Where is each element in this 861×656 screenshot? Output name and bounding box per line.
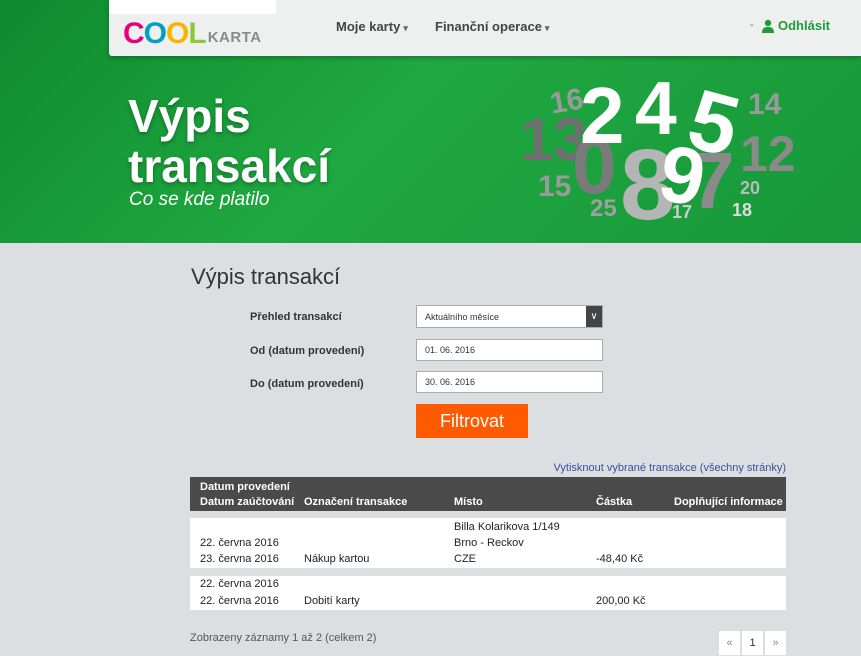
header-amount[interactable]: Částka <box>596 496 632 508</box>
logo-letter: O <box>143 17 167 50</box>
cell-date-posted: 23. června 2016 <box>200 553 279 565</box>
hero-title-line1: Výpis <box>128 90 251 142</box>
cell-place-line1: Billa Kolarikova 1/149 <box>454 521 560 533</box>
caret-down-icon: ▾ <box>403 23 408 33</box>
cell-date-performed: 22. června 2016 <box>200 578 279 590</box>
cell-place-line2: Brno - Reckov <box>454 537 524 549</box>
pager-next-button[interactable]: » <box>764 630 787 656</box>
to-date-label: Do (datum provedení) <box>250 378 364 390</box>
hero-number: 5 <box>678 71 749 176</box>
from-date-input[interactable]: 01. 06. 2016 <box>416 339 603 361</box>
transactions-table-header: Datum provedení Datum zaúčtování Označen… <box>190 477 786 511</box>
filter-button[interactable]: Filtrovat <box>416 404 528 438</box>
from-date-label: Od (datum provedení) <box>250 345 365 357</box>
cell-place-line3: CZE <box>454 553 476 565</box>
pager-prev-button[interactable]: « <box>718 630 741 656</box>
pagination: « 1 » <box>718 630 787 656</box>
cell-date-posted: 22. června 2016 <box>200 595 279 607</box>
caret-down-icon: ▾ <box>544 23 550 33</box>
logo-letter: O <box>166 17 189 50</box>
hero-number: 2 <box>580 71 625 160</box>
hero-numbers-graphic: 16 14 13 12 15 20 25 18 0 8 7 9 17 2 4 5 <box>510 66 810 241</box>
hero-number: 14 <box>748 88 782 121</box>
hero-number: 12 <box>740 126 796 182</box>
page-title: Výpis transakcí <box>191 264 341 289</box>
cell-designation: Nákup kartou <box>304 553 370 565</box>
overview-select-value: Aktuálního měsíce <box>425 312 500 322</box>
logo-letter: C <box>123 17 145 50</box>
records-info: Zobrazeny záznamy 1 až 2 (celkem 2) <box>190 632 377 644</box>
logout-button[interactable]: Odhlásit <box>761 18 830 33</box>
chevron-down-icon: ∨ <box>586 306 602 327</box>
cell-amount: -48,40 Kč <box>596 553 644 565</box>
overview-label: Přehled transakcí <box>250 311 342 323</box>
header-date-posted[interactable]: Datum zaúčtování <box>200 496 294 508</box>
header-additional[interactable]: Doplňující informace <box>674 496 783 508</box>
hero-title: Výpis transakcí <box>128 91 330 191</box>
to-date-input[interactable]: 30. 06. 2016 <box>416 371 603 393</box>
nav-label: Moje karty <box>336 19 401 34</box>
cell-amount: 200,00 Kč <box>596 595 646 607</box>
header-date-performed[interactable]: Datum provedení <box>200 481 290 493</box>
header-place[interactable]: Místo <box>454 496 483 508</box>
cell-designation: Dobití karty <box>304 595 360 607</box>
caret-down-icon[interactable]: - <box>750 19 754 31</box>
nav-moje-karty[interactable]: Moje karty ▾ <box>336 19 408 34</box>
pager-page-1[interactable]: 1 <box>741 630 764 656</box>
hero-number: 20 <box>740 178 761 198</box>
hero-subtitle: Co se kde platilo <box>129 189 270 210</box>
logo-cool: COOL <box>123 17 207 50</box>
hero-number: 17 <box>672 202 693 222</box>
hero-title-line2: transakcí <box>128 140 331 192</box>
logo-letter: L <box>188 17 206 50</box>
table-row[interactable]: 22. června 2016 22. června 2016 Dobití k… <box>190 576 786 610</box>
hero-number: 15 <box>538 170 572 203</box>
overview-select[interactable]: Aktuálního měsíce ∨ <box>416 305 603 328</box>
logout-label: Odhlásit <box>778 18 831 33</box>
cell-date-performed: 22. června 2016 <box>200 537 279 549</box>
hero-number: 4 <box>635 66 677 150</box>
logo-karta: KARTA <box>207 29 262 46</box>
top-navigation-bar: COOL KARTA Moje karty ▾ Finanční operace ▾… <box>109 0 861 56</box>
header-designation[interactable]: Označení transakce <box>304 496 407 508</box>
nav-financni-operace[interactable]: Finanční operace ▾ <box>435 19 549 34</box>
hero-number: 18 <box>732 200 753 220</box>
user-icon <box>762 19 774 33</box>
print-transactions-link[interactable]: Vytisknout vybrané transakce (všechny st… <box>553 462 786 474</box>
logo[interactable]: COOL KARTA <box>123 9 262 49</box>
nav-label: Finanční operace <box>435 19 542 34</box>
table-row[interactable]: 22. června 2016 23. června 2016 Nákup ka… <box>190 518 786 568</box>
